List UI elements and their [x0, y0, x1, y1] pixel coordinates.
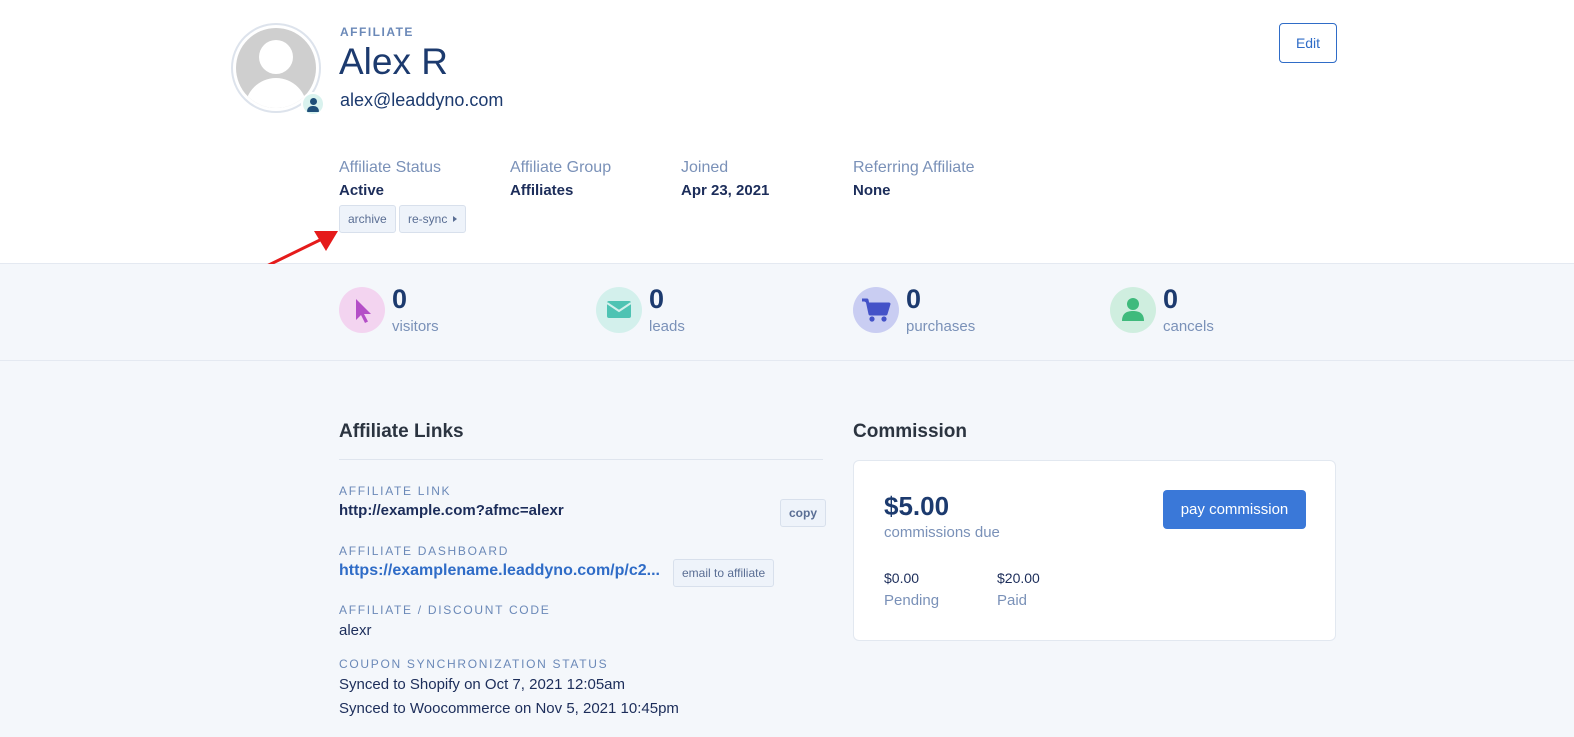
- meta-label: Affiliate Group: [510, 159, 612, 176]
- pay-commission-button[interactable]: pay commission: [1163, 490, 1306, 529]
- coupon-sync-label: COUPON SYNCHRONIZATION STATUS: [339, 657, 609, 671]
- archive-label: archive: [348, 212, 387, 226]
- cursor-icon: [339, 287, 385, 333]
- meta-value: Apr 23, 2021: [681, 182, 770, 199]
- cart-icon: [853, 287, 899, 333]
- divider: [339, 459, 823, 460]
- affiliate-link-label: AFFILIATE LINK: [339, 484, 452, 498]
- affiliate-link-value[interactable]: http://example.com?afmc=alexr: [339, 502, 564, 519]
- email-to-affiliate-button[interactable]: email to affiliate: [673, 559, 775, 587]
- commission-card: $5.00 commissions due pay commission $0.…: [853, 460, 1336, 641]
- profile-header: AFFILIATE Alex R alex@leaddyno.com Edit …: [0, 0, 1574, 282]
- sync-status-line: Synced to Shopify on Oct 7, 2021 12:05am: [339, 676, 626, 693]
- meta-referring-affiliate: Referring Affiliate None: [853, 159, 975, 199]
- resync-label: re-sync: [408, 212, 448, 226]
- meta-label: Referring Affiliate: [853, 159, 975, 176]
- meta-affiliate-group: Affiliate Group Affiliates: [510, 159, 611, 199]
- stat-value: 0: [392, 284, 408, 314]
- affiliate-dashboard-label: AFFILIATE DASHBOARD: [339, 544, 510, 558]
- meta-value: Affiliates: [510, 182, 574, 199]
- resync-button[interactable]: re-sync: [399, 205, 467, 233]
- meta-label: Joined: [681, 159, 729, 176]
- stat-label: cancels: [1163, 318, 1214, 335]
- edit-button[interactable]: Edit: [1279, 23, 1337, 63]
- affiliate-links-title: Affiliate Links: [339, 421, 464, 442]
- stat-value: 0: [1163, 284, 1179, 314]
- copy-button[interactable]: copy: [780, 499, 827, 527]
- commissions-due-amount: $5.00: [884, 491, 950, 521]
- paid-label: Paid: [997, 592, 1028, 609]
- stats-bar: 0 visitors 0 leads 0 purchases 0 cancels: [0, 264, 1574, 361]
- meta-value: None: [853, 182, 891, 199]
- stat-label: purchases: [906, 318, 976, 335]
- affiliate-email: alex@leaddyno.com: [340, 90, 504, 110]
- pending-label: Pending: [884, 592, 940, 609]
- meta-label: Affiliate Status: [339, 159, 441, 176]
- user-badge-icon: [301, 92, 325, 116]
- caret-right-icon: [453, 216, 458, 222]
- affiliate-name: Alex R: [339, 41, 448, 82]
- paid-amount: $20.00: [997, 570, 1040, 586]
- meta-affiliate-status: Affiliate Status Active: [339, 159, 441, 199]
- commissions-due-label: commissions due: [884, 524, 1000, 541]
- discount-code-label: AFFILIATE / DISCOUNT CODE: [339, 603, 551, 617]
- archive-button[interactable]: archive: [339, 205, 396, 233]
- meta-value: Active: [339, 182, 385, 199]
- sync-status-line: Synced to Woocommerce on Nov 5, 2021 10:…: [339, 700, 679, 717]
- pending-amount: $0.00: [884, 570, 920, 586]
- envelope-icon: [596, 287, 642, 333]
- person-icon: [1110, 287, 1156, 333]
- discount-code-value: alexr: [339, 622, 372, 639]
- meta-joined: Joined Apr 23, 2021: [681, 159, 769, 199]
- stat-label: leads: [649, 318, 685, 335]
- stat-value: 0: [906, 284, 922, 314]
- stat-value: 0: [649, 284, 665, 314]
- commission-title: Commission: [853, 421, 968, 442]
- role-label: AFFILIATE: [340, 25, 414, 39]
- affiliate-dashboard-link[interactable]: https://examplename.leaddyno.com/p/c2...: [339, 562, 660, 580]
- stat-label: visitors: [392, 318, 439, 335]
